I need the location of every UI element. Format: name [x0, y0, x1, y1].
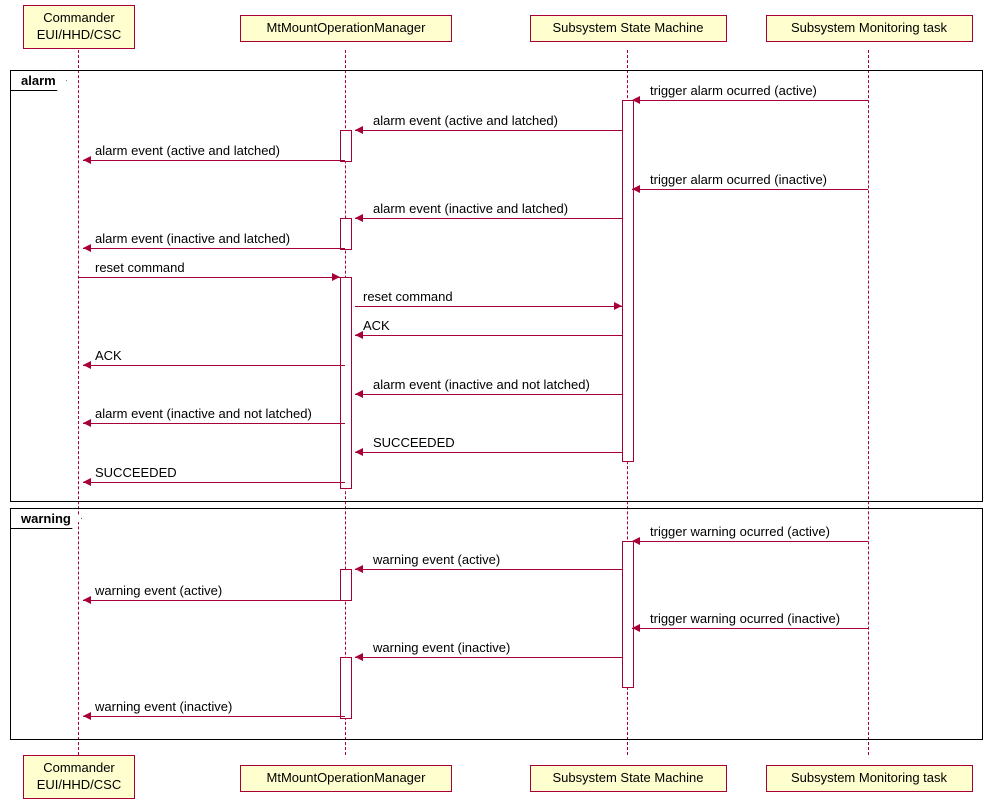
message-label: SUCCEEDED	[373, 435, 455, 450]
message-arrow	[355, 130, 622, 131]
arrowhead-icon	[355, 390, 363, 398]
message-label: ACK	[95, 348, 122, 363]
message-label: warning event (active)	[373, 552, 500, 567]
message-label: trigger alarm ocurred (inactive)	[650, 172, 827, 187]
message-label: alarm event (active and latched)	[95, 143, 280, 158]
message-label: reset command	[363, 289, 453, 304]
arrowhead-icon	[83, 596, 91, 604]
message-label: reset command	[95, 260, 185, 275]
participant-commander: CommanderEUI/HHD/CSC	[23, 5, 135, 49]
group-label-alarm: alarm	[10, 70, 67, 91]
message-arrow	[83, 248, 345, 249]
participant-monitor: Subsystem Monitoring task	[766, 15, 973, 42]
message-label: warning event (inactive)	[373, 640, 510, 655]
activation-bar	[340, 130, 352, 162]
message-arrow	[632, 189, 868, 190]
arrowhead-icon	[355, 126, 363, 134]
arrowhead-icon	[355, 448, 363, 456]
message-arrow	[83, 600, 345, 601]
message-arrow	[83, 160, 345, 161]
message-arrow	[355, 394, 622, 395]
arrowhead-icon	[83, 156, 91, 164]
message-arrow	[355, 306, 622, 307]
sequence-diagram: CommanderEUI/HHD/CSC CommanderEUI/HHD/CSC…	[0, 0, 991, 805]
message-label: SUCCEEDED	[95, 465, 177, 480]
arrowhead-icon	[632, 624, 640, 632]
arrowhead-icon	[632, 537, 640, 545]
activation-bar	[622, 541, 634, 688]
message-arrow	[355, 218, 622, 219]
message-label: alarm event (inactive and not latched)	[373, 377, 590, 392]
arrowhead-icon	[83, 419, 91, 427]
participant-monitor: Subsystem Monitoring task	[766, 765, 973, 792]
message-label: alarm event (inactive and latched)	[373, 201, 568, 216]
message-label: alarm event (inactive and latched)	[95, 231, 290, 246]
message-arrow	[83, 716, 345, 717]
group-label-warning: warning	[10, 508, 82, 529]
activation-bar	[340, 218, 352, 250]
arrowhead-icon	[83, 478, 91, 486]
participant-commander: CommanderEUI/HHD/CSC	[23, 755, 135, 799]
arrowhead-icon	[632, 96, 640, 104]
arrowhead-icon	[83, 361, 91, 369]
message-label: warning event (active)	[95, 583, 222, 598]
participant-opmgr: MtMountOperationManager	[240, 765, 452, 792]
message-label: warning event (inactive)	[95, 699, 232, 714]
arrowhead-icon	[355, 214, 363, 222]
message-arrow	[355, 569, 622, 570]
participant-ssm: Subsystem State Machine	[530, 15, 727, 42]
message-arrow	[632, 541, 868, 542]
message-arrow	[355, 335, 622, 336]
message-label: trigger warning ocurred (inactive)	[650, 611, 840, 626]
participant-ssm: Subsystem State Machine	[530, 765, 727, 792]
participant-opmgr: MtMountOperationManager	[240, 15, 452, 42]
message-arrow	[83, 423, 345, 424]
message-arrow	[632, 100, 868, 101]
message-arrow	[632, 628, 868, 629]
message-label: trigger warning ocurred (active)	[650, 524, 830, 539]
activation-bar	[340, 569, 352, 601]
activation-bar	[340, 277, 352, 489]
message-label: alarm event (inactive and not latched)	[95, 406, 312, 421]
group-alarm	[10, 70, 983, 502]
message-label: ACK	[363, 318, 390, 333]
arrowhead-icon	[355, 653, 363, 661]
activation-bar	[340, 657, 352, 719]
message-arrow	[355, 657, 622, 658]
message-arrow	[78, 277, 340, 278]
message-arrow	[355, 452, 622, 453]
arrowhead-icon	[83, 244, 91, 252]
arrowhead-icon	[355, 331, 363, 339]
activation-bar	[622, 100, 634, 462]
arrowhead-icon	[632, 185, 640, 193]
message-arrow	[83, 365, 345, 366]
message-label: alarm event (active and latched)	[373, 113, 558, 128]
arrowhead-icon	[355, 565, 363, 573]
message-label: trigger alarm ocurred (active)	[650, 83, 817, 98]
arrowhead-icon	[332, 273, 340, 281]
arrowhead-icon	[83, 712, 91, 720]
message-arrow	[83, 482, 345, 483]
arrowhead-icon	[614, 302, 622, 310]
